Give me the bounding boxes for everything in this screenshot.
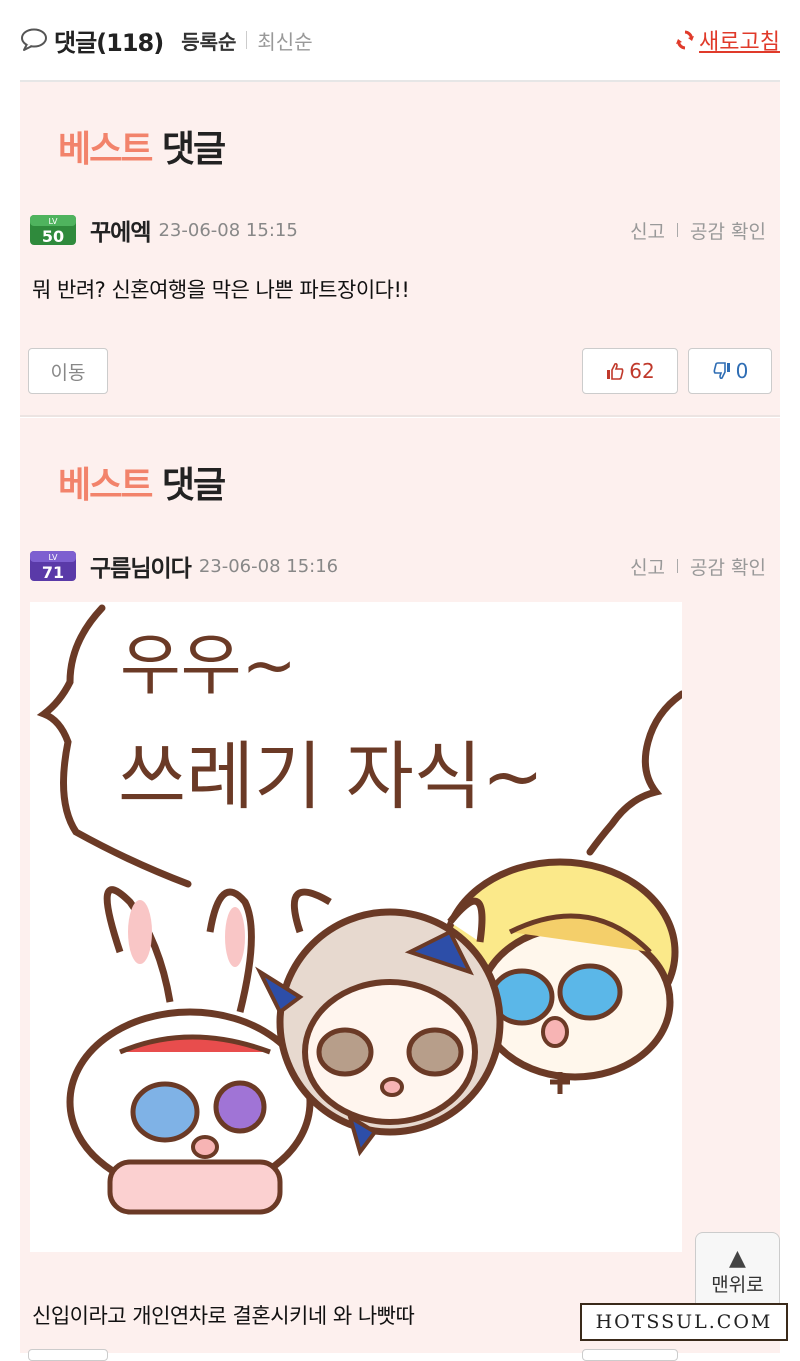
- dislike-count: 0: [735, 359, 749, 383]
- empathy-check-link[interactable]: 공감 확인: [690, 217, 766, 244]
- drawing-text-line2: 쓰레기 자식~: [118, 734, 544, 820]
- comment-meta: LV 50 꾸에엑 23-06-08 15:15 신고 공감 확인: [28, 210, 766, 250]
- best-comment-card: 베스트 댓글 LV 50 꾸에엑 23-06-08 15:15 신고 공감 확인…: [20, 82, 780, 417]
- comment-date: 23-06-08 15:15: [158, 219, 298, 241]
- best-label-part1: 베스트: [58, 129, 153, 170]
- comment-meta: LV 71 구름님이다 23-06-08 15:16 신고 공감 확인: [28, 546, 766, 586]
- refresh-button[interactable]: 새로고침: [675, 24, 780, 56]
- comments-count-title: 댓글(118): [54, 28, 164, 57]
- site-watermark: HOTSSUL.COM: [580, 1303, 788, 1341]
- best-label-part2: 댓글: [161, 129, 226, 170]
- sort-by-latest[interactable]: 최신순: [257, 26, 312, 55]
- scroll-to-top-label: 맨위로: [711, 1273, 764, 1296]
- scroll-to-top-button[interactable]: ▲ 맨위로: [695, 1232, 780, 1312]
- best-label-part1: 베스트: [58, 465, 153, 506]
- level-badge-icon: LV 50: [28, 213, 78, 247]
- like-button[interactable]: 62: [582, 348, 678, 394]
- report-link[interactable]: 신고: [630, 217, 665, 244]
- refresh-icon: [676, 30, 695, 50]
- comment-text: 신입이라고 개인연차로 결혼시키네 와 나빳따: [32, 1304, 415, 1328]
- divider: [677, 559, 679, 573]
- speech-bubble-icon: [21, 28, 47, 51]
- sort-by-registration[interactable]: 등록순: [181, 26, 236, 55]
- level-badge-icon: LV 71: [28, 549, 78, 583]
- empathy-check-link[interactable]: 공감 확인: [690, 553, 766, 580]
- thumbs-up-icon: [607, 362, 624, 380]
- best-comment-card: 베스트 댓글 LV 71 구름님이다 23-06-08 15:16 신고 공감 …: [20, 418, 780, 1353]
- comments-header: 댓글(118) 등록순 최신순 새로고침: [20, 0, 780, 82]
- up-arrow-icon: ▲: [729, 1245, 746, 1271]
- svg-text:LV: LV: [48, 217, 58, 226]
- best-comment-label: 베스트 댓글: [58, 456, 226, 508]
- svg-text:50: 50: [42, 227, 64, 246]
- thumbs-down-icon: [713, 362, 730, 380]
- like-button-partial[interactable]: [582, 1349, 678, 1361]
- report-link[interactable]: 신고: [630, 553, 665, 580]
- divider: [677, 223, 679, 237]
- best-label-part2: 댓글: [161, 465, 226, 506]
- like-count: 62: [629, 359, 655, 383]
- comment-date: 23-06-08 15:16: [198, 555, 339, 577]
- sort-divider: [246, 31, 248, 49]
- comment-author[interactable]: 구름님이다: [90, 549, 192, 583]
- dislike-button[interactable]: 0: [688, 348, 772, 394]
- svg-text:LV: LV: [48, 553, 58, 562]
- move-button-partial[interactable]: [28, 1349, 108, 1361]
- comment-attached-image[interactable]: 우우~ 쓰레기 자식~: [30, 602, 682, 1252]
- comment-text: 뭐 반려? 신혼여행을 막은 나쁜 파트장이다!!: [32, 278, 410, 302]
- move-button[interactable]: 이동: [28, 348, 108, 394]
- cartoon-drawing: 우우~ 쓰레기 자식~: [36, 604, 682, 1215]
- svg-text:71: 71: [42, 563, 64, 582]
- drawing-text-line1: 우우~: [120, 627, 297, 704]
- best-comment-label: 베스트 댓글: [58, 120, 226, 172]
- refresh-label: 새로고침: [699, 30, 780, 55]
- comment-author[interactable]: 꾸에엑: [90, 213, 151, 247]
